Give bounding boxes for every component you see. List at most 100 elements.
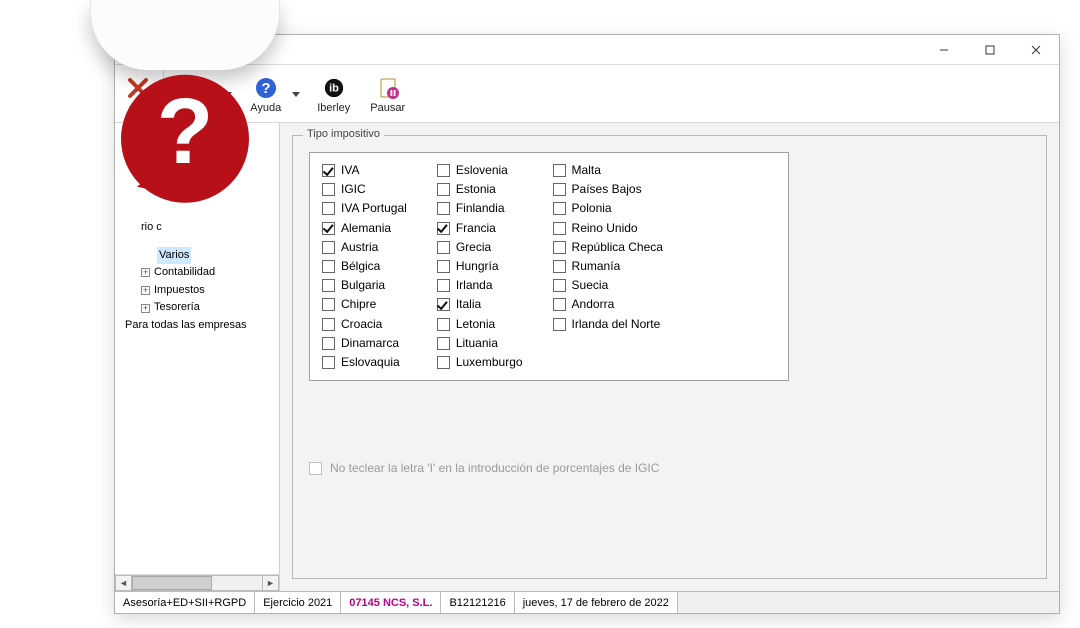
checkbox[interactable] (322, 202, 335, 215)
tax-type-item[interactable]: Eslovenia (437, 161, 523, 180)
checkbox[interactable] (437, 356, 450, 369)
checkbox[interactable] (553, 298, 566, 311)
tax-type-item[interactable]: Eslovaquia (322, 353, 407, 372)
minimize-button[interactable] (921, 35, 967, 64)
tax-type-item[interactable]: República Checa (553, 238, 663, 257)
checkbox[interactable] (322, 337, 335, 350)
expand-icon[interactable]: + (141, 304, 150, 313)
checkbox[interactable] (322, 298, 335, 311)
tree[interactable]: rio c Varios + Contabilidad + Impuestos … (115, 123, 279, 574)
sidebar-scrollbar[interactable]: ◄ ► (115, 574, 279, 591)
tax-type-item[interactable]: Bulgaria (322, 276, 407, 295)
checkbox[interactable] (553, 202, 566, 215)
checkbox[interactable] (322, 279, 335, 292)
window-title: CS, S.L. , Ejercicio 2021 (123, 43, 253, 57)
tax-type-label: Estonia (456, 180, 496, 199)
checkbox[interactable] (322, 356, 335, 369)
pausar-button[interactable]: Pausar (364, 67, 412, 120)
iberley-label: Iberley (317, 102, 350, 114)
checkbox[interactable] (322, 260, 335, 273)
tax-type-label: Italia (456, 295, 481, 314)
tax-type-item[interactable]: Rumanía (553, 257, 663, 276)
tax-type-item[interactable]: Dinamarca (322, 334, 407, 353)
checkbox[interactable] (553, 183, 566, 196)
tax-type-item[interactable]: IVA (322, 161, 407, 180)
tree-item-varios[interactable]: Varios (117, 247, 277, 265)
tax-type-item[interactable]: Francia (437, 219, 523, 238)
expand-icon[interactable]: + (141, 268, 150, 277)
tax-column-1: IVAIGICIVA PortugalAlemaniaAustriaBélgic… (322, 161, 407, 372)
tax-type-item[interactable]: IGIC (322, 180, 407, 199)
checkbox[interactable] (437, 164, 450, 177)
checkbox-disabled (309, 462, 322, 475)
checkbox[interactable] (553, 260, 566, 273)
imprimir-button[interactable]: Imprimir (170, 67, 222, 120)
checkbox[interactable] (322, 183, 335, 196)
ayuda-button[interactable]: ? Ayuda (242, 67, 290, 120)
tree-item-tesoreria[interactable]: + Tesorería (117, 299, 277, 317)
checkbox[interactable] (322, 164, 335, 177)
tax-type-item[interactable]: Andorra (553, 295, 663, 314)
tax-type-item[interactable]: Grecia (437, 238, 523, 257)
tax-type-label: IVA (341, 161, 359, 180)
checkbox[interactable] (437, 298, 450, 311)
checkbox[interactable] (437, 260, 450, 273)
tax-type-item[interactable]: Alemania (322, 219, 407, 238)
scrollbar-left-button[interactable]: ◄ (115, 575, 132, 591)
tree-item-label: Varios (157, 247, 191, 265)
tax-type-item[interactable]: Bélgica (322, 257, 407, 276)
tax-type-item[interactable]: IVA Portugal (322, 199, 407, 218)
checkbox[interactable] (437, 318, 450, 331)
checkbox[interactable] (553, 241, 566, 254)
tax-type-item[interactable]: Polonia (553, 199, 663, 218)
tax-type-item[interactable]: Letonia (437, 315, 523, 334)
ayuda-label: Ayuda (250, 102, 281, 114)
tax-type-item[interactable]: Lituania (437, 334, 523, 353)
cancelar-button[interactable]: elar (119, 67, 157, 120)
checkbox[interactable] (322, 222, 335, 235)
checkbox[interactable] (437, 337, 450, 350)
expand-icon[interactable]: + (141, 286, 150, 295)
checkbox[interactable] (322, 318, 335, 331)
scrollbar-thumb[interactable] (132, 576, 212, 590)
tax-type-label: Irlanda del Norte (572, 315, 661, 334)
checkbox[interactable] (437, 279, 450, 292)
tree-item-para-todas[interactable]: Para todas las empresas (117, 317, 277, 335)
iberley-button[interactable]: ib Iberley (310, 67, 358, 120)
tax-type-item[interactable]: Irlanda (437, 276, 523, 295)
window-buttons (921, 35, 1059, 64)
tax-type-item[interactable]: Países Bajos (553, 180, 663, 199)
tax-type-item[interactable]: Austria (322, 238, 407, 257)
ayuda-dropdown[interactable] (292, 67, 304, 120)
checkbox[interactable] (553, 164, 566, 177)
tax-type-item[interactable]: Suecia (553, 276, 663, 295)
close-button[interactable] (1013, 35, 1059, 64)
tax-type-item[interactable]: Finlandia (437, 199, 523, 218)
tax-type-item[interactable]: Estonia (437, 180, 523, 199)
checkbox[interactable] (437, 241, 450, 254)
tax-type-item[interactable]: Reino Unido (553, 219, 663, 238)
checkbox[interactable] (437, 202, 450, 215)
tree-item-contabilidad[interactable]: + Contabilidad (117, 264, 277, 282)
imprimir-dropdown[interactable] (224, 67, 236, 120)
tax-type-item[interactable]: Malta (553, 161, 663, 180)
maximize-button[interactable] (967, 35, 1013, 64)
tax-type-item[interactable]: Italia (437, 295, 523, 314)
scrollbar-track[interactable] (132, 575, 262, 591)
tax-type-item[interactable]: Hungría (437, 257, 523, 276)
checkbox[interactable] (437, 222, 450, 235)
status-empresa-label: 07145 NCS, S.L. (349, 597, 432, 609)
checkbox[interactable] (553, 318, 566, 331)
checkbox[interactable] (553, 222, 566, 235)
tax-type-item[interactable]: Chipre (322, 295, 407, 314)
tree-item-impuestos[interactable]: + Impuestos (117, 282, 277, 300)
status-mode: Asesoría+ED+SII+RGPD (115, 592, 255, 613)
tax-type-item[interactable]: Irlanda del Norte (553, 315, 663, 334)
scrollbar-right-button[interactable]: ► (262, 575, 279, 591)
tree-item-rio[interactable]: rio c (117, 219, 277, 237)
checkbox[interactable] (437, 183, 450, 196)
tax-type-item[interactable]: Luxemburgo (437, 353, 523, 372)
checkbox[interactable] (322, 241, 335, 254)
tax-type-item[interactable]: Croacia (322, 315, 407, 334)
checkbox[interactable] (553, 279, 566, 292)
